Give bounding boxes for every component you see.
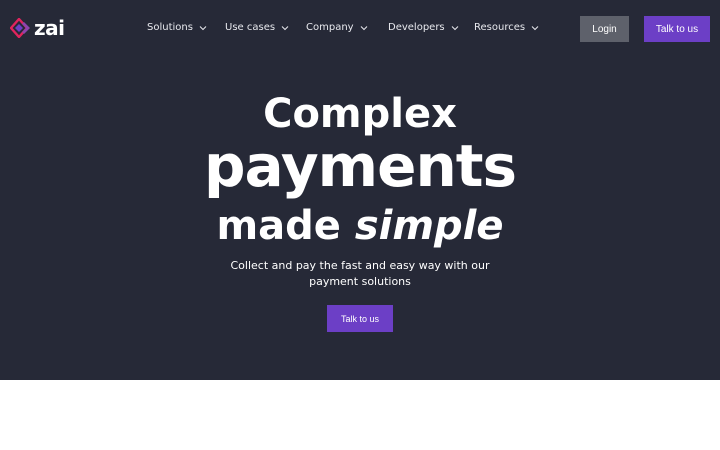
- chevron-down-icon: [360, 26, 367, 31]
- login-button[interactable]: Login: [580, 16, 629, 42]
- nav-item-use-cases[interactable]: Use cases: [225, 20, 289, 36]
- zai-logo[interactable]: zai: [10, 16, 65, 40]
- hero-headline-line3: made simple: [0, 200, 720, 252]
- logo-wordmark: zai: [34, 16, 65, 40]
- chevron-down-icon: [451, 26, 458, 31]
- chevron-down-icon: [199, 26, 207, 31]
- nav-item-solutions[interactable]: Solutions: [147, 20, 207, 36]
- talk-to-us-hero-button[interactable]: Talk to us: [327, 305, 393, 332]
- nav-item-company[interactable]: Company: [306, 20, 368, 36]
- zai-diamond-logo-icon: [10, 18, 30, 38]
- talk-to-us-nav-button[interactable]: Talk to us: [644, 16, 710, 42]
- chevron-down-icon: [281, 26, 289, 31]
- nav-item-label: Solutions: [147, 22, 193, 33]
- nav-item-resources[interactable]: Resources: [474, 20, 539, 36]
- content-section: [0, 380, 720, 450]
- nav-item-label: Developers: [388, 22, 445, 33]
- hero-headline-plain: made: [216, 203, 355, 249]
- nav-item-label: Resources: [474, 22, 526, 33]
- hero-subtitle: Collect and pay the fast and easy way wi…: [230, 259, 490, 288]
- chevron-down-icon: [531, 26, 539, 31]
- nav-item-developers[interactable]: Developers: [388, 20, 459, 36]
- nav-item-label: Use cases: [225, 22, 276, 33]
- nav-item-label: Company: [306, 22, 354, 33]
- hero-headline-emphasis: simple: [354, 203, 504, 249]
- hero-headline-line2: payments: [204, 132, 517, 200]
